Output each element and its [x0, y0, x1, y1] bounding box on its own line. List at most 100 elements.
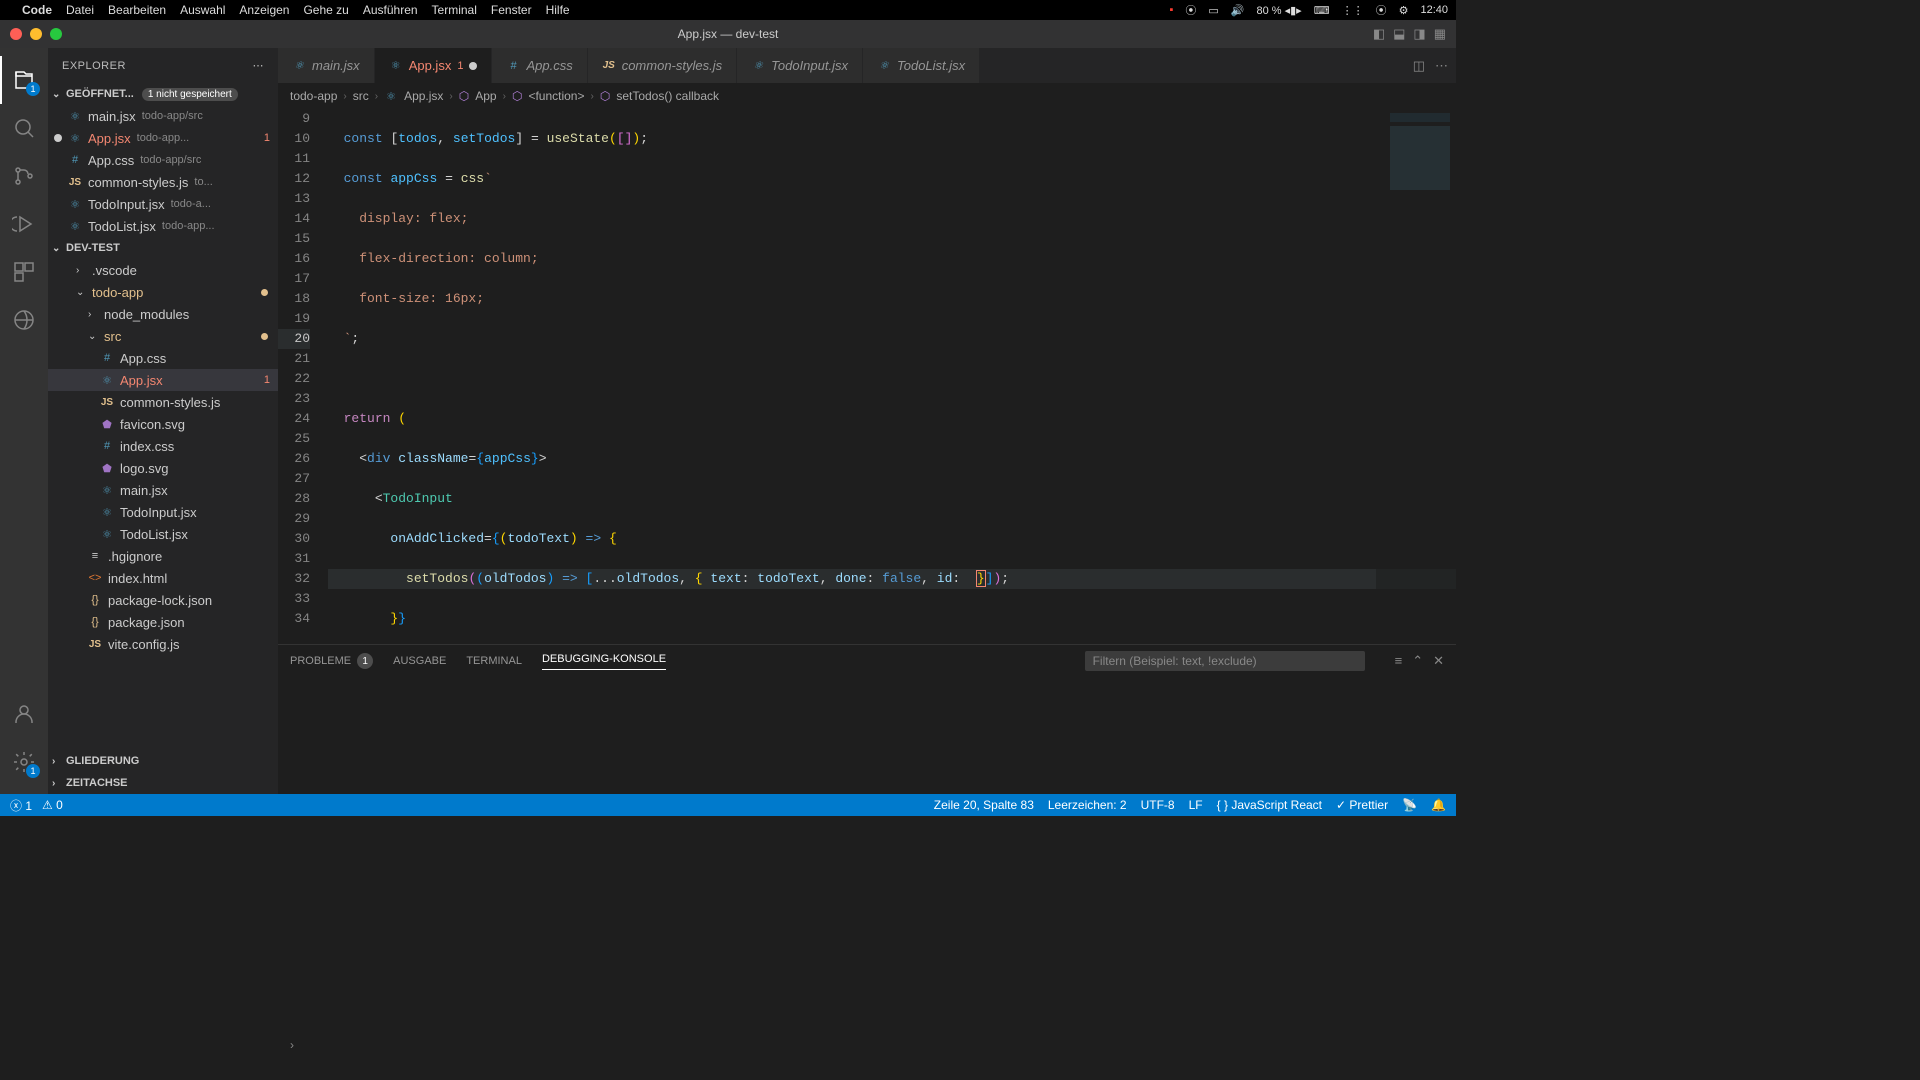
tree-folder[interactable]: ⌄ src	[48, 325, 278, 347]
menu-bearbeiten[interactable]: Bearbeiten	[108, 3, 166, 17]
status-control-center-icon[interactable]: ⚙	[1399, 4, 1409, 17]
status-display-icon[interactable]: ▭	[1208, 4, 1218, 17]
status-cloud-icon[interactable]: ⦿	[1185, 2, 1196, 18]
tree-file[interactable]: ⚛ App.jsx 1	[48, 369, 278, 391]
tree-file[interactable]: {} package-lock.json	[48, 589, 278, 611]
status-keyboard-icon[interactable]: ⌨	[1314, 4, 1330, 17]
tree-file[interactable]: ⚛ TodoList.jsx	[48, 523, 278, 545]
activity-debug[interactable]	[0, 200, 48, 248]
status-spotlight-icon[interactable]: ⦿	[1376, 2, 1387, 18]
timeline-header[interactable]: › ZEITACHSE	[48, 772, 278, 794]
open-editor-item[interactable]: ⚛ TodoInput.jsx todo-a...	[48, 193, 278, 215]
explorer-sidebar: EXPLORER ⋯ ⌄ GEÖFFNET... 1 nicht gespeic…	[48, 48, 278, 794]
status-prettier[interactable]: ✓ Prettier	[1336, 798, 1388, 812]
layout-split-bottom-icon[interactable]: ⬓	[1393, 26, 1405, 42]
tree-file[interactable]: ⚛ TodoInput.jsx	[48, 501, 278, 523]
code-editor[interactable]: 9 10 11 12 13 14 15 16 17 18 19 20 21 22…	[278, 109, 1456, 644]
tab-main[interactable]: ⚛ main.jsx	[278, 48, 375, 83]
chevron-down-icon: ⌄	[76, 287, 86, 298]
activity-source-control[interactable]	[0, 152, 48, 200]
tab-common-styles[interactable]: JS common-styles.js	[588, 48, 737, 83]
breadcrumbs[interactable]: todo-app› src› ⚛ App.jsx› ⬡ App› ⬡ <func…	[278, 83, 1456, 109]
tree-folder[interactable]: › node_modules	[48, 303, 278, 325]
tab-app-css[interactable]: # App.css	[492, 48, 587, 83]
menu-hilfe[interactable]: Hilfe	[546, 3, 570, 17]
terminal-prompt-icon[interactable]: ›	[290, 1038, 294, 1052]
menu-terminal[interactable]: Terminal	[432, 3, 477, 17]
menu-datei[interactable]: Datei	[66, 3, 94, 17]
tab-todolist[interactable]: ⚛ TodoList.jsx	[863, 48, 980, 83]
minimap[interactable]	[1376, 109, 1456, 644]
status-cursor-position[interactable]: Zeile 20, Spalte 83	[934, 798, 1034, 812]
menu-ausfuehren[interactable]: Ausführen	[363, 3, 418, 17]
layout-split-left-icon[interactable]: ◧	[1373, 26, 1385, 42]
tab-todoinput[interactable]: ⚛ TodoInput.jsx	[737, 48, 863, 83]
tree-file[interactable]: ⬟ favicon.svg	[48, 413, 278, 435]
open-editor-item[interactable]: ⚛ App.jsx todo-app... 1	[48, 127, 278, 149]
activity-explorer[interactable]: 1	[0, 56, 48, 104]
status-errors[interactable]: ⓧ 1	[10, 797, 32, 814]
menu-fenster[interactable]: Fenster	[491, 3, 532, 17]
activity-account[interactable]	[0, 690, 48, 738]
minimize-window-button[interactable]	[30, 28, 42, 40]
panel-filter-icon[interactable]: ≡	[1395, 653, 1403, 669]
status-volume-icon[interactable]: 🔊	[1231, 4, 1245, 17]
tab-more-icon[interactable]: ⋯	[1435, 58, 1448, 74]
json-file-icon: {}	[88, 615, 102, 629]
panel-tab-debug-console[interactable]: DEBUGGING-KONSOLE	[542, 653, 666, 670]
status-rec-icon[interactable]: ▪	[1169, 4, 1173, 16]
open-editor-item[interactable]: JS common-styles.js to...	[48, 171, 278, 193]
layout-grid-icon[interactable]: ▦	[1434, 26, 1446, 42]
tree-file[interactable]: # index.css	[48, 435, 278, 457]
tree-file[interactable]: {} package.json	[48, 611, 278, 633]
tree-file[interactable]: ⚛ main.jsx	[48, 479, 278, 501]
close-window-button[interactable]	[10, 28, 22, 40]
tree-folder[interactable]: ⌄ todo-app	[48, 281, 278, 303]
outline-header[interactable]: › GLIEDERUNG	[48, 750, 278, 772]
activity-settings[interactable]: 1	[0, 738, 48, 786]
status-wifi-icon[interactable]: ⋮⋮	[1342, 4, 1364, 17]
status-clock[interactable]: 12:40	[1420, 4, 1448, 16]
tree-file[interactable]: <> index.html	[48, 567, 278, 589]
maximize-window-button[interactable]	[50, 28, 62, 40]
panel-close-icon[interactable]: ✕	[1433, 653, 1444, 669]
open-editor-item[interactable]: # App.css todo-app/src	[48, 149, 278, 171]
tab-app-jsx[interactable]: ⚛ App.jsx 1	[375, 48, 493, 83]
open-editor-item[interactable]: ⚛ TodoList.jsx todo-app...	[48, 215, 278, 237]
tree-file[interactable]: JS common-styles.js	[48, 391, 278, 413]
activity-remote[interactable]	[0, 296, 48, 344]
activity-search[interactable]	[0, 104, 48, 152]
status-encoding[interactable]: UTF-8	[1141, 798, 1175, 812]
menu-auswahl[interactable]: Auswahl	[180, 3, 225, 17]
status-warnings[interactable]: ⚠ 0	[42, 798, 63, 812]
menu-anzeigen[interactable]: Anzeigen	[239, 3, 289, 17]
tree-file[interactable]: # App.css	[48, 347, 278, 369]
panel-tab-probleme[interactable]: PROBLEME 1	[290, 653, 373, 669]
tree-folder[interactable]: › .vscode	[48, 259, 278, 281]
panel-chevron-up-icon[interactable]: ⌃	[1412, 653, 1423, 669]
panel-filter-input[interactable]: Filtern (Beispiel: text, !exclude)	[1085, 651, 1365, 671]
panel-tab-terminal[interactable]: TERMINAL	[466, 655, 522, 667]
status-battery[interactable]: 80 % ◂▮▸	[1256, 4, 1301, 17]
code-content[interactable]: const [todos, setTodos] = useState([]); …	[328, 109, 1456, 644]
status-language[interactable]: { } JavaScript React	[1217, 798, 1322, 812]
status-bell-icon[interactable]: 🔔	[1431, 798, 1446, 812]
project-header[interactable]: ⌄ DEV-TEST	[48, 237, 278, 259]
status-feedback-icon[interactable]: 📡	[1402, 798, 1417, 812]
activity-bar: 1 1	[0, 48, 48, 794]
open-editors-header[interactable]: ⌄ GEÖFFNET... 1 nicht gespeichert	[48, 83, 278, 105]
status-spaces[interactable]: Leerzeichen: 2	[1048, 798, 1127, 812]
tree-file[interactable]: JS vite.config.js	[48, 633, 278, 655]
split-editor-icon[interactable]: ◫	[1413, 58, 1425, 74]
settings-badge: 1	[26, 764, 40, 778]
tree-file[interactable]: ≡ .hgignore	[48, 545, 278, 567]
panel-tab-ausgabe[interactable]: AUSGABE	[393, 655, 446, 667]
status-eol[interactable]: LF	[1189, 798, 1203, 812]
activity-extensions[interactable]	[0, 248, 48, 296]
tree-file[interactable]: ⬟ logo.svg	[48, 457, 278, 479]
menu-gehezu[interactable]: Gehe zu	[303, 3, 348, 17]
open-editor-item[interactable]: ⚛ main.jsx todo-app/src	[48, 105, 278, 127]
app-name[interactable]: Code	[22, 3, 52, 17]
layout-split-right-icon[interactable]: ◨	[1413, 26, 1425, 42]
explorer-more-icon[interactable]: ⋯	[253, 59, 265, 72]
